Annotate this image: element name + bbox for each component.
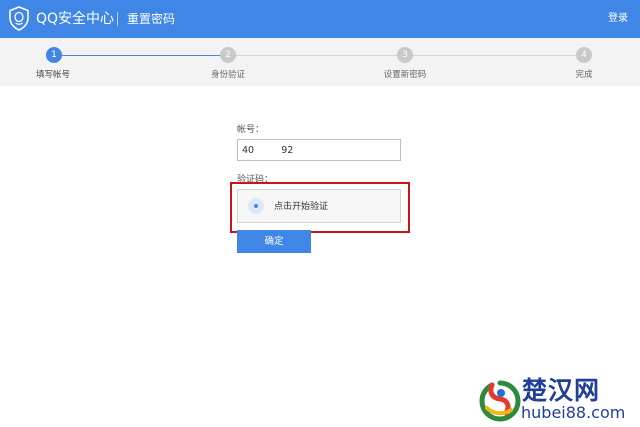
step-3-circle: 3 <box>397 47 413 63</box>
start-verification-button[interactable]: 点击开始验证 <box>237 189 401 223</box>
brand-title: QQ安全中心 <box>36 11 115 27</box>
qq-shield-icon <box>9 6 29 31</box>
step-connector-3 <box>413 55 576 56</box>
header-divider <box>117 12 118 26</box>
step-1-label: 填写帐号 <box>35 70 71 80</box>
step-2-circle: 2 <box>220 47 236 63</box>
login-link[interactable]: 登录 <box>608 12 628 26</box>
step-3-label: 设置新密码 <box>383 70 427 80</box>
watermark-logo-icon <box>479 380 521 422</box>
step-4-label: 完成 <box>575 70 593 80</box>
step-4-circle: 4 <box>576 47 592 63</box>
watermark-title: 楚汉网 <box>522 376 601 405</box>
captcha-label: 验证码： <box>237 175 274 185</box>
step-2-label: 身份验证 <box>210 70 246 80</box>
verify-dot-icon <box>248 198 264 214</box>
step-1-circle: 1 <box>46 47 62 63</box>
step-connector-1 <box>62 55 220 56</box>
redaction-mask <box>257 140 275 160</box>
page-title: 重置密码 <box>127 12 176 26</box>
account-label: 帐号： <box>237 125 265 135</box>
progress-steps: 1 2 3 4 填写帐号 身份验证 设置新密码 完成 <box>0 38 640 86</box>
watermark-domain: hubei88.com <box>521 403 626 422</box>
confirm-button[interactable]: 确定 <box>237 230 311 253</box>
top-bar: QQ安全中心 重置密码 登录 <box>0 0 640 38</box>
start-verification-label: 点击开始验证 <box>274 202 329 212</box>
step-connector-2 <box>236 55 397 56</box>
